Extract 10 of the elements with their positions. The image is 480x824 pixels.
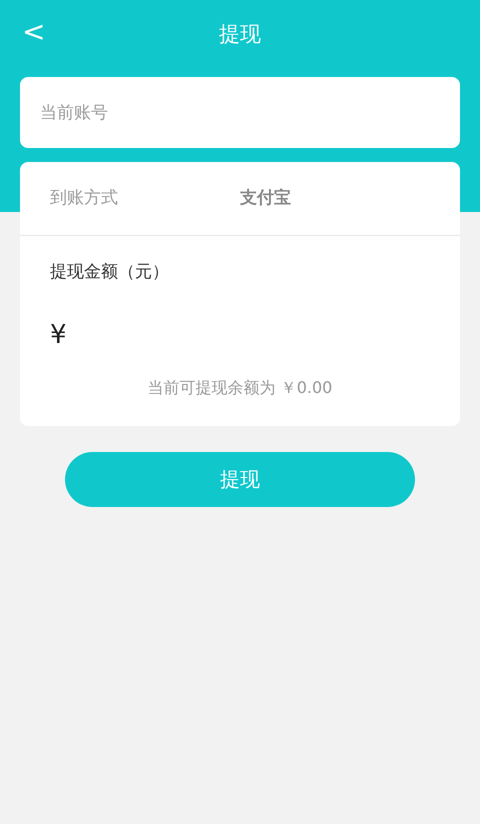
amount-label: 提现金额（元） — [50, 261, 170, 284]
amount-field[interactable]: ¥ — [50, 316, 430, 356]
method-value: 支付宝 — [240, 186, 291, 210]
available-balance: 当前可提现余额为 ￥0.00 — [148, 376, 332, 398]
back-button[interactable]: < — [18, 18, 50, 46]
method-label: 到账方式 — [50, 186, 119, 210]
account-field[interactable]: 当前账号 — [20, 77, 460, 148]
withdraw-button[interactable]: 提现 — [65, 452, 415, 506]
currency-symbol: ¥ — [50, 319, 67, 352]
page-title: 提现 — [219, 21, 261, 48]
